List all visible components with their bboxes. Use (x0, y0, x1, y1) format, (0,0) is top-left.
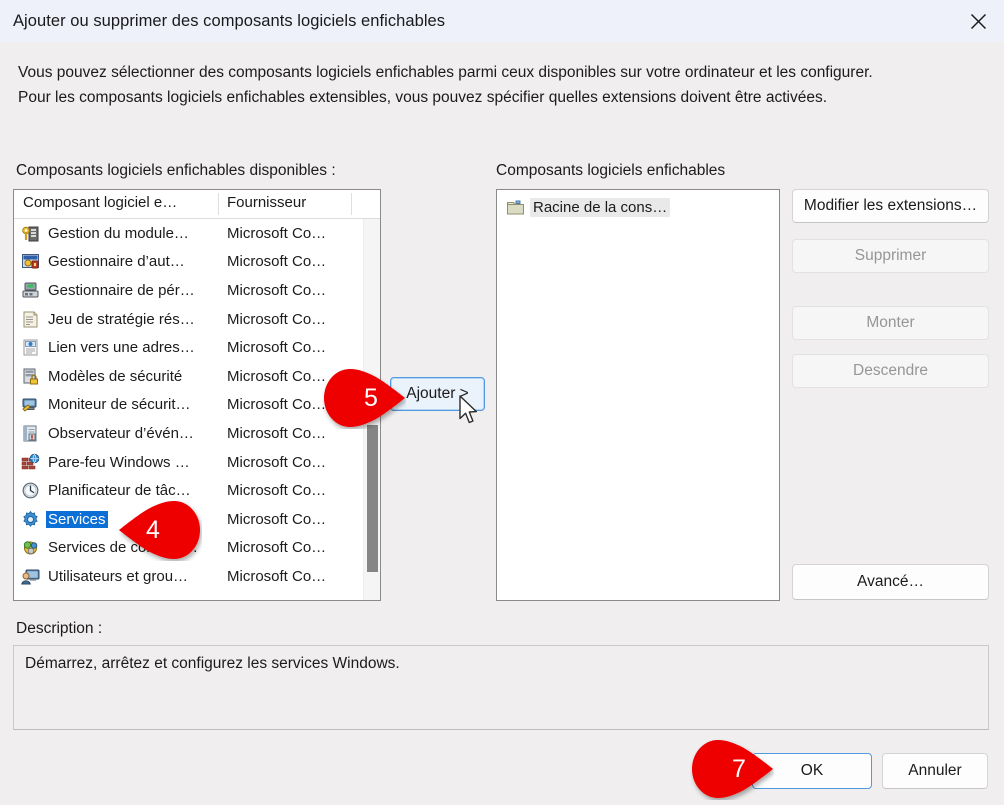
services-gear-icon (21, 510, 40, 529)
vendor-cell: Microsoft Co… (227, 281, 327, 299)
intro-text: Vous pouvez sélectionner des composants … (18, 60, 988, 110)
table-row[interactable]: Lien vers une adres… Microsoft Co… (14, 333, 380, 362)
snapin-name-text: Modèles de sécurité (48, 367, 183, 385)
firewall-icon (21, 453, 40, 472)
device-manager-icon (21, 281, 40, 300)
intro-line-2: Pour les composants logiciels enfichable… (18, 89, 828, 106)
available-list-label: Composants logiciels enfichables disponi… (16, 162, 336, 179)
window-title: Ajouter ou supprimer des composants logi… (13, 11, 446, 30)
event-viewer-icon (21, 424, 40, 443)
vendor-cell: Microsoft Co… (227, 482, 327, 500)
snapin-name-cell: Observateur d’évén… (46, 425, 196, 442)
vendor-cell: Microsoft Co… (227, 310, 327, 328)
key-module-icon (21, 224, 40, 243)
listview-rows: Gestion du module… Microsoft Co… Gestionna… (14, 219, 380, 591)
table-row[interactable]: Gestionnaire d’aut… Microsoft Co… (14, 248, 380, 277)
table-row[interactable]: Gestionnaire de pér… Microsoft Co… (14, 276, 380, 305)
users-groups-icon (21, 567, 40, 586)
snapin-name-cell: Planificateur de tâc… (46, 482, 193, 499)
folder-icon (506, 198, 525, 217)
vendor-cell: Microsoft Co… (227, 253, 327, 271)
modify-extensions-button[interactable]: Modifier les extensions… (792, 189, 989, 223)
table-row[interactable]: Modèles de sécurité Microsoft Co… (14, 362, 380, 391)
policy-scroll-icon (21, 310, 40, 329)
snapin-name-cell: Gestionnaire d’aut… (46, 253, 187, 270)
vendor-cell: Microsoft Co… (227, 367, 327, 385)
snapin-name-text: Planificateur de tâc… (48, 482, 191, 500)
column-divider (351, 193, 352, 215)
table-row[interactable]: Services de compos… Microsoft Co… (14, 534, 380, 563)
selected-snapins-listview[interactable]: Racine de la cons… (496, 189, 780, 601)
column-header-vendor[interactable]: Fournisseur (227, 194, 306, 211)
snapin-name-cell: Pare-feu Windows … (46, 454, 192, 471)
table-row[interactable]: Moniteur de sécurit… Microsoft Co… (14, 391, 380, 420)
snapin-name-cell: Gestionnaire de pér… (46, 282, 197, 299)
selected-list-label: Composants logiciels enfichables (496, 162, 726, 179)
snapin-name-text: Lien vers une adres… (48, 339, 195, 357)
snapin-name-cell: Services (46, 510, 108, 528)
remove-button[interactable]: Supprimer (792, 239, 989, 273)
snapin-name-cell: Lien vers une adres… (46, 339, 197, 356)
intro-line-1: Vous pouvez sélectionner des composants … (18, 64, 873, 81)
task-scheduler-icon (21, 481, 40, 500)
snapin-name-text: Observateur d’évén… (48, 424, 194, 442)
table-row[interactable]: Utilisateurs et grou… Microsoft Co… (14, 562, 380, 591)
vendor-cell: Microsoft Co… (227, 396, 327, 414)
table-row[interactable]: Jeu de stratégie rés… Microsoft Co… (14, 305, 380, 334)
selected-listview-rows: Racine de la cons… (497, 193, 779, 221)
snapin-name-text: Services (46, 510, 108, 528)
web-link-icon (21, 338, 40, 357)
snapin-name-text: Gestionnaire d’aut… (48, 253, 185, 271)
move-down-button[interactable]: Descendre (792, 354, 989, 388)
snapin-name-text: Gestionnaire de pér… (48, 281, 195, 299)
close-icon[interactable] (952, 0, 1004, 42)
security-monitor-icon (21, 395, 40, 414)
vendor-cell: Microsoft Co… (227, 339, 327, 357)
dialog-body: Vous pouvez sélectionner des composants … (0, 42, 1004, 798)
table-row[interactable]: Pare-feu Windows … Microsoft Co… (14, 448, 380, 477)
table-row[interactable]: Observateur d’évén… Microsoft Co… (14, 419, 380, 448)
snapin-name-cell: Utilisateurs et grou… (46, 568, 190, 585)
snapin-name-cell: Moniteur de sécurit… (46, 396, 193, 413)
available-snapins-listview[interactable]: Composant logiciel e… Fournisseur Gestio… (13, 189, 381, 601)
cancel-button[interactable]: Annuler (882, 753, 988, 789)
description-box: Démarrez, arrêtez et configurez les serv… (13, 645, 989, 730)
vendor-cell: Microsoft Co… (227, 567, 327, 585)
snapin-name-cell: Modèles de sécurité (46, 368, 184, 385)
snapin-name-text: Jeu de stratégie rés… (48, 310, 195, 328)
security-template-icon (21, 367, 40, 386)
snapin-name-cell: Gestion du module… (46, 225, 191, 242)
add-button[interactable]: Ajouter > (390, 377, 485, 411)
listview-header: Composant logiciel e… Fournisseur (14, 190, 380, 219)
description-label: Description : (16, 620, 103, 637)
snapin-name-cell: Services de compos… (46, 539, 200, 556)
table-row[interactable]: Planificateur de tâc… Microsoft Co… (14, 476, 380, 505)
ok-button[interactable]: OK (752, 753, 872, 789)
vendor-cell: Microsoft Co… (227, 424, 327, 442)
component-services-icon (21, 538, 40, 557)
snapin-name-cell: Jeu de stratégie rés… (46, 311, 197, 328)
scrollbar-thumb[interactable] (367, 425, 378, 572)
column-header-snapin[interactable]: Composant logiciel e… (23, 194, 177, 211)
vendor-cell: Microsoft Co… (227, 510, 327, 528)
window-titlebar: Ajouter ou supprimer des composants logi… (0, 0, 1004, 42)
snapin-name-text: Utilisateurs et grou… (48, 567, 189, 585)
move-up-button[interactable]: Monter (792, 306, 989, 340)
advanced-button[interactable]: Avancé… (792, 564, 989, 600)
snapin-name-text: Gestion du module… (48, 224, 189, 242)
vendor-cell: Microsoft Co… (227, 453, 327, 471)
snapin-name-text: Pare-feu Windows … (48, 453, 190, 471)
snapin-name-text: Services de compos… (48, 539, 199, 557)
listview-scrollbar[interactable] (363, 219, 380, 600)
column-divider (218, 193, 219, 215)
table-row[interactable]: Services Microsoft Co… (14, 505, 380, 534)
snapin-name-text: Moniteur de sécurit… (48, 396, 191, 414)
vendor-cell: Microsoft Co… (227, 224, 327, 242)
auth-manager-icon (21, 252, 40, 271)
vendor-cell: Microsoft Co… (227, 539, 327, 557)
description-text: Démarrez, arrêtez et configurez les serv… (25, 655, 400, 672)
list-item[interactable]: Racine de la cons… (497, 193, 779, 221)
table-row[interactable]: Gestion du module… Microsoft Co… (14, 219, 380, 248)
list-item-label: Racine de la cons… (530, 197, 671, 217)
